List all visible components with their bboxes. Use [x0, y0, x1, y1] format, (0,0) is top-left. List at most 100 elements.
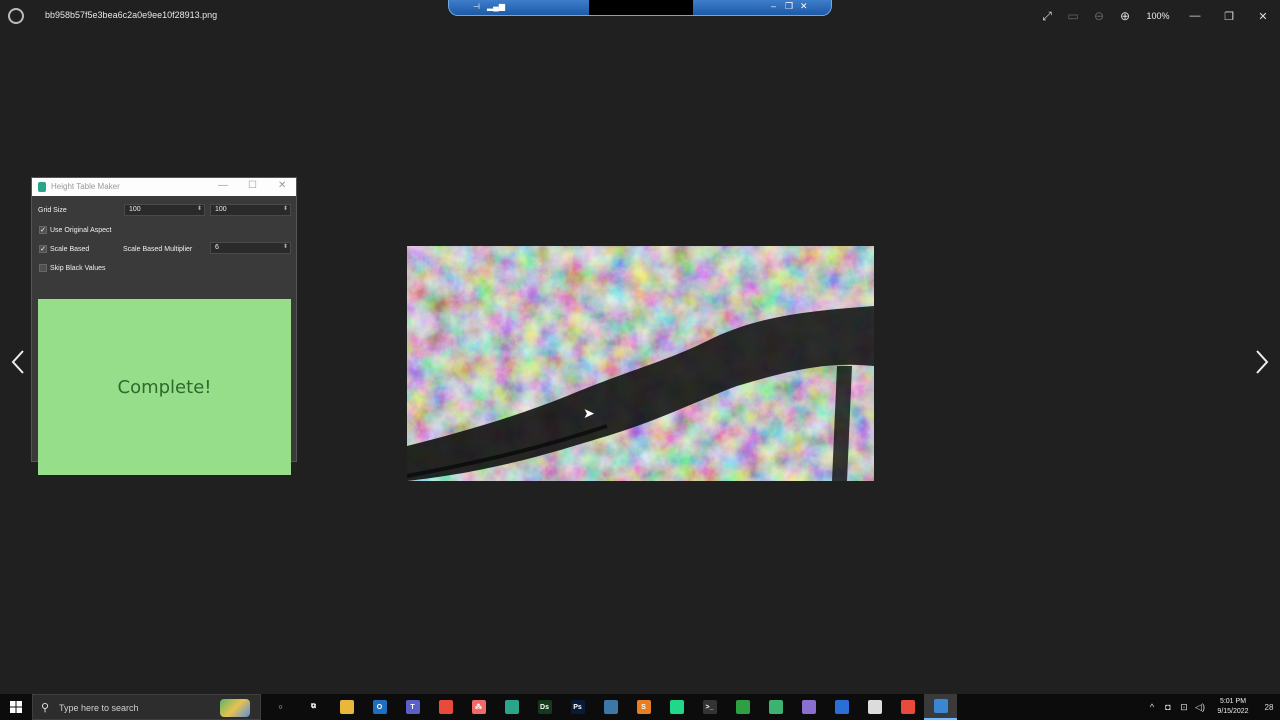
python-glyph: [603, 700, 618, 714]
taskbar-outlook-icon[interactable]: O: [363, 694, 396, 720]
taskbar-sublime-text-icon[interactable]: S: [627, 694, 660, 720]
multiplier-value: 6: [215, 244, 219, 251]
rdp-close-icon[interactable]: ✕: [800, 1, 808, 12]
zoom-level[interactable]: 100%: [1138, 11, 1178, 21]
next-image-button[interactable]: [1252, 346, 1272, 378]
network-icon[interactable]: ⊡: [1176, 702, 1192, 713]
dimension-glyph: Ds: [537, 700, 552, 714]
file-explorer-glyph: [339, 700, 354, 714]
monitor-app-glyph: [768, 700, 783, 714]
pin-icon[interactable]: ⊣: [473, 2, 480, 11]
taskbar-dimension-icon[interactable]: Ds: [528, 694, 561, 720]
skip-black-values-label: Skip Black Values: [50, 265, 106, 272]
volume-icon[interactable]: ◁): [1192, 702, 1208, 713]
height-table-maker-glyph: [504, 700, 519, 714]
notification-count[interactable]: 28: [1258, 703, 1280, 712]
cortana-glyph: ○: [273, 700, 288, 714]
taskbar-green-app-icon[interactable]: [726, 694, 759, 720]
sublime-text-glyph: S: [636, 700, 651, 714]
height-table-maker-window: Height Table Maker — ☐ ✕ Grid Size 100 ⬍…: [31, 177, 297, 475]
taskbar-monitor-app-icon[interactable]: [759, 694, 792, 720]
remote-desktop-bar: ⊣ ▂▄▆ – ❐ ✕: [448, 0, 832, 16]
search-icon: ⚲: [41, 702, 50, 714]
window-minimize-icon[interactable]: —: [218, 180, 228, 191]
grid-size-x-value: 100: [129, 206, 141, 213]
taskbar-python-icon[interactable]: [594, 694, 627, 720]
taskbar-cortana-icon[interactable]: ○: [264, 694, 297, 720]
outlook-2-glyph: [834, 700, 849, 714]
photoshop-glyph: Ps: [570, 700, 585, 714]
grid-size-x-input[interactable]: 100 ⬍: [124, 204, 205, 216]
terminal-glyph: >_: [702, 700, 717, 714]
rdp-minimize-icon[interactable]: –: [771, 1, 776, 11]
search-placeholder: Type here to search: [59, 703, 139, 713]
grid-size-label: Grid Size: [38, 207, 67, 214]
security-icon[interactable]: ◘: [1160, 702, 1176, 712]
taskbar-teams-icon[interactable]: T: [396, 694, 429, 720]
taskbar-outlook-2-icon[interactable]: [825, 694, 858, 720]
rdp-restore-icon[interactable]: ❐: [785, 1, 793, 12]
taskbar-apps: ○ ⧉ O T ⁂ Ds Ps S >_: [264, 694, 957, 720]
search-box[interactable]: ⚲ Type here to search: [32, 694, 261, 720]
zoom-in-icon[interactable]: ⊕: [1112, 1, 1138, 31]
search-highlight-icon: [220, 699, 250, 717]
grid-size-y-value: 100: [215, 206, 227, 213]
scale-based-label: Scale Based: [50, 246, 90, 253]
taskbar-height-table-maker-icon[interactable]: [495, 694, 528, 720]
taskbar-chrome-icon[interactable]: [429, 694, 462, 720]
spin-arrows-icon[interactable]: ⬍: [283, 243, 288, 250]
teams-glyph: T: [405, 700, 420, 714]
taskbar-cloud-app-icon[interactable]: [858, 694, 891, 720]
task-view-glyph: ⧉: [306, 700, 321, 714]
status-panel[interactable]: Complete!: [38, 299, 291, 475]
window-title-bar[interactable]: Height Table Maker — ☐ ✕: [32, 178, 296, 196]
photos-app-icon: [8, 8, 24, 24]
show-hidden-icons-icon[interactable]: ^: [1144, 702, 1160, 712]
pycharm-glyph: [669, 700, 684, 714]
clock-date: 9/15/2022: [1217, 708, 1249, 715]
taskbar-file-explorer-icon[interactable]: [330, 694, 363, 720]
photos-viewer: bb958b57f5e3bea6c2a0e9ee10f28913.png ⤢ ▭…: [0, 0, 1280, 720]
taskbar-task-view-icon[interactable]: ⧉: [297, 694, 330, 720]
close-icon[interactable]: ✕: [1246, 10, 1280, 23]
use-original-aspect-label: Use Original Aspect: [50, 227, 112, 234]
minimize-icon[interactable]: —: [1178, 10, 1212, 22]
status-text: Complete!: [117, 376, 212, 398]
expand-icon[interactable]: ⤢: [1034, 1, 1060, 31]
scale-based-multiplier-label: Scale Based Multiplier: [123, 246, 193, 253]
asana-glyph: ⁂: [471, 700, 486, 714]
scale-based-checkbox[interactable]: ✓: [39, 245, 47, 253]
taskbar: ⚲ Type here to search ○ ⧉ O T ⁂ Ds Ps S >_ ^ ◘ ⊡…: [0, 694, 1280, 720]
restore-icon[interactable]: ❐: [1212, 10, 1246, 23]
use-original-aspect-checkbox[interactable]: ✓: [39, 226, 47, 234]
viewer-toolbar: ⤢ ▭ ⊖ ⊕ 100% — ❐ ✕: [1034, 0, 1280, 32]
slideshow-icon[interactable]: ▭: [1060, 1, 1086, 31]
taskbar-terminal-icon[interactable]: >_: [693, 694, 726, 720]
zoom-out-icon[interactable]: ⊖: [1086, 1, 1112, 31]
start-button[interactable]: [0, 694, 32, 720]
taskbar-asana-icon[interactable]: ⁂: [462, 694, 495, 720]
window-close-icon[interactable]: ✕: [278, 180, 286, 191]
taskbar-chrome-2-icon[interactable]: [891, 694, 924, 720]
visual-studio-glyph: [801, 700, 816, 714]
cloud-app-glyph: [867, 700, 882, 714]
window-title: Height Table Maker: [51, 182, 120, 191]
taskbar-pycharm-icon[interactable]: [660, 694, 693, 720]
green-app-glyph: [735, 700, 750, 714]
chrome-2-glyph: [900, 700, 915, 714]
skip-black-values-checkbox[interactable]: [39, 264, 47, 272]
multiplier-input[interactable]: 6 ⬍: [210, 242, 291, 254]
spin-arrows-icon[interactable]: ⬍: [197, 205, 202, 212]
grid-size-y-input[interactable]: 100 ⬍: [210, 204, 291, 216]
window-maximize-icon[interactable]: ☐: [248, 180, 257, 191]
taskbar-visual-studio-icon[interactable]: [792, 694, 825, 720]
connection-signal-icon: ▂▄▆: [487, 2, 505, 11]
clock[interactable]: 5:01 PM 9/15/2022: [1208, 697, 1258, 717]
heightmap-image: [407, 246, 874, 481]
spin-arrows-icon[interactable]: ⬍: [283, 205, 288, 212]
previous-image-button[interactable]: [8, 346, 28, 378]
remote-host-title: [589, 0, 693, 15]
mouse-cursor-icon: ➤: [583, 405, 595, 421]
taskbar-photos-icon[interactable]: [924, 694, 957, 720]
taskbar-photoshop-icon[interactable]: Ps: [561, 694, 594, 720]
